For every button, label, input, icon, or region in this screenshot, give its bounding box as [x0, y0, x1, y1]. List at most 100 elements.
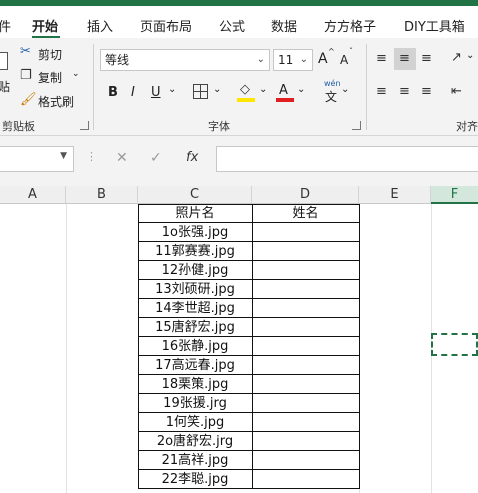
cancel-icon[interactable]: ✕ [116, 150, 128, 166]
borders-icon[interactable] [193, 84, 208, 99]
decrease-indent-icon[interactable]: ⇤ [451, 84, 462, 99]
cell-d-3[interactable] [252, 261, 359, 280]
tab-file[interactable]: 件 [0, 16, 11, 35]
group-divider [93, 44, 94, 130]
cell-c-7[interactable]: 16张静.jpg [138, 337, 252, 356]
format-painter-button[interactable]: 格式刷 [38, 93, 74, 110]
chevron-down-icon: ⌄ [299, 54, 308, 65]
cell-c-9[interactable]: 18栗策.jpg [138, 375, 252, 394]
cell-d-6[interactable] [252, 318, 359, 337]
font-color-bar [276, 98, 294, 102]
clipboard-launcher-icon[interactable] [80, 121, 89, 130]
copy-button[interactable]: 复制 [38, 69, 62, 86]
cell-c-12[interactable]: 2o唐舒宏.jrg [138, 432, 252, 451]
align-center-icon[interactable]: ≡ [399, 84, 410, 99]
cell-c-3[interactable]: 12孙健.jpg [138, 261, 252, 280]
header-cell-d[interactable]: 姓名 [252, 204, 359, 223]
orientation-icon[interactable]: ↗ [451, 50, 462, 65]
cell-d-9[interactable] [252, 375, 359, 394]
phonetic-guide-button[interactable]: 文 [325, 88, 337, 105]
cell-d-1[interactable] [252, 223, 359, 242]
cell-d-5[interactable] [252, 299, 359, 318]
clipboard-group-label: 剪贴板 [2, 120, 35, 133]
align-bottom-icon[interactable]: ≡ [421, 51, 432, 66]
cut-button[interactable]: 剪切 [38, 46, 62, 63]
column-header-e[interactable]: E [359, 186, 431, 204]
fill-dropdown-icon[interactable]: ⌄ [259, 84, 267, 95]
cell-d-14[interactable] [252, 470, 359, 489]
tab-data[interactable]: 数据 [271, 16, 297, 35]
grow-font-button[interactable]: A [318, 51, 328, 67]
shrink-font-button[interactable]: A [340, 53, 348, 67]
cell-d-10[interactable] [252, 394, 359, 413]
cell-c-14[interactable]: 22李聪.jpg [138, 470, 252, 489]
align-top-icon[interactable]: ≡ [376, 51, 387, 66]
column-header-d[interactable]: D [252, 186, 359, 204]
align-right-icon[interactable]: ≡ [421, 84, 432, 99]
font-group-label: 字体 [208, 120, 230, 133]
italic-button[interactable]: I [131, 85, 135, 100]
tab-fangfang[interactable]: 方方格子 [324, 16, 376, 35]
underline-dropdown-icon[interactable]: ⌄ [168, 84, 176, 95]
cell-c-4[interactable]: 13刘硕研.jpg [138, 280, 252, 299]
column-header-a[interactable]: A [0, 186, 66, 204]
borders-dropdown-icon[interactable]: ⌄ [213, 84, 221, 95]
cell-d-12[interactable] [252, 432, 359, 451]
paste-icon[interactable] [0, 52, 8, 70]
font-size-select[interactable]: 11 ⌄ [273, 49, 313, 71]
cell-c-11[interactable]: 1何笑.jpg [138, 413, 252, 432]
cell-c-6[interactable]: 15唐舒宏.jpg [138, 318, 252, 337]
font-color-dropdown-icon[interactable]: ⌄ [297, 84, 305, 95]
font-color-button[interactable]: A [279, 83, 288, 98]
font-launcher-icon[interactable] [352, 121, 361, 130]
fill-color-icon[interactable]: ◇ [240, 82, 250, 97]
underline-button[interactable]: U [151, 85, 161, 100]
alignment-group-label: 对齐 [456, 120, 478, 133]
cell-d-2[interactable] [252, 242, 359, 261]
paste-button[interactable]: 贴 [0, 78, 10, 95]
cell-d-11[interactable] [252, 413, 359, 432]
orientation-dropdown-icon[interactable]: ⌄ [466, 50, 474, 61]
worksheet-grid[interactable]: 照片名 姓名 1o张强.jpg 11郭赛赛.jpg 12孙健.jpg 13刘硕研.jpg 1… [0, 204, 478, 493]
cell-d-7[interactable] [252, 337, 359, 356]
cell-d-4[interactable] [252, 280, 359, 299]
column-header-b[interactable]: B [66, 186, 138, 204]
phonetic-dropdown-icon[interactable]: ⌄ [341, 84, 349, 95]
phonetic-wen-label: wén [324, 79, 341, 88]
font-name-select[interactable]: 等线 ⌄ [100, 49, 270, 71]
column-header-f[interactable]: F [431, 186, 478, 204]
align-left-icon[interactable]: ≡ [376, 84, 387, 99]
format-painter-icon: 🖌 [20, 92, 37, 107]
ribbon-home: 贴 ✂ 剪切 ❐ 复制 ⌄ 🖌 格式刷 剪贴板 等线 ⌄ 11 ⌄ A ^ A … [0, 38, 478, 136]
chevron-down-icon: ⌄ [256, 54, 265, 65]
header-cell-c[interactable]: 照片名 [138, 204, 252, 223]
tab-insert[interactable]: 插入 [87, 16, 113, 35]
scissors-icon: ✂ [20, 44, 31, 59]
column-header-c[interactable]: C [138, 186, 252, 204]
name-box[interactable]: ▼ [0, 146, 74, 172]
name-box-dropdown-icon[interactable]: ▼ [60, 151, 67, 161]
cell-c-1[interactable]: 1o张强.jpg [138, 223, 252, 242]
tab-page-layout[interactable]: 页面布局 [140, 16, 192, 35]
copy-dropdown-icon[interactable]: ⌄ [72, 69, 80, 79]
formula-bar-area: ▼ ⋮ ✕ ✓ fx [0, 136, 478, 186]
cell-c-8[interactable]: 17高远春.jpg [138, 356, 252, 375]
cell-c-10[interactable]: 19张援.jrg [138, 394, 252, 413]
insert-function-button[interactable]: fx [186, 150, 198, 165]
tab-home[interactable]: 开始 [32, 16, 58, 35]
cell-d-13[interactable] [252, 451, 359, 470]
copy-marquee-selection[interactable] [431, 333, 478, 356]
cell-c-13[interactable]: 21高祥.jpg [138, 451, 252, 470]
align-middle-icon: ≡ [399, 51, 410, 66]
formula-input[interactable] [216, 146, 478, 172]
tab-formulas[interactable]: 公式 [219, 16, 245, 35]
font-name-value: 等线 [105, 53, 130, 67]
bold-button[interactable]: B [108, 85, 118, 100]
ribbon-tab-bar: 件 开始 插入 页面布局 公式 数据 方方格子 DIY工具箱 [0, 0, 478, 39]
confirm-icon[interactable]: ✓ [150, 150, 162, 166]
cell-c-2[interactable]: 11郭赛赛.jpg [138, 242, 252, 261]
cell-c-5[interactable]: 14李世超.jpg [138, 299, 252, 318]
cell-d-8[interactable] [252, 356, 359, 375]
tab-diy-toolbox[interactable]: DIY工具箱 [404, 16, 465, 35]
fill-color-bar [237, 98, 255, 102]
